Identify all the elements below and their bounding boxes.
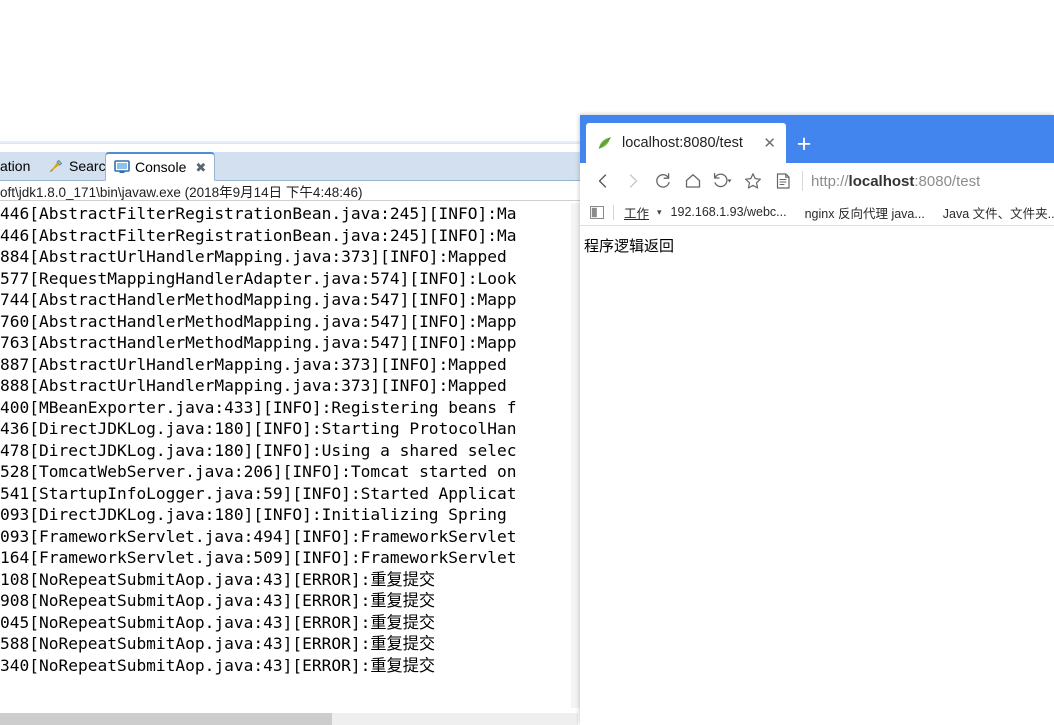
browser-tab-title: localhost:8080/test bbox=[622, 135, 743, 151]
bookmark-item-nginx[interactable]: nginx 反向代理 java... bbox=[796, 203, 934, 222]
log-line: 093[FrameworkServlet.java:494][INFO]:Fra… bbox=[0, 526, 517, 546]
log-line: 478[DirectJDKLog.java:180][INFO]:Using a… bbox=[0, 440, 517, 460]
console-output[interactable]: 446[AbstractFilterRegistrationBean.java:… bbox=[0, 203, 580, 708]
log-line: 541[StartupInfoLogger.java:59][INFO]:Sta… bbox=[0, 483, 517, 503]
log-line: 164[FrameworkServlet.java:509][INFO]:Fra… bbox=[0, 548, 517, 567]
browser-tab[interactable]: localhost:8080/test ✕ bbox=[586, 123, 786, 163]
console-horizontal-scrollbar-thumb[interactable] bbox=[0, 713, 332, 725]
log-line: 108[NoRepeatSubmitAop.java:43][ERROR]:重复… bbox=[0, 569, 436, 589]
log-line: 744[AbstractHandlerMethodMapping.java:54… bbox=[0, 290, 517, 309]
url-path: :8080/test bbox=[914, 172, 981, 190]
url-host: localhost bbox=[848, 172, 915, 190]
log-line: 093[DirectJDKLog.java:180][INFO]:Initial… bbox=[0, 505, 507, 524]
log-line: 588[NoRepeatSubmitAop.java:43][ERROR]:重复… bbox=[0, 634, 436, 653]
bookmark-work-label: 工作 bbox=[624, 206, 650, 221]
tab-ation[interactable]: ation bbox=[0, 152, 38, 180]
navbar-divider bbox=[802, 171, 803, 191]
log-line: 908[NoRepeatSubmitAop.java:43][ERROR]:重复… bbox=[0, 591, 436, 610]
log-line: 577[RequestMappingHandlerAdapter.java:57… bbox=[0, 268, 517, 288]
home-icon[interactable] bbox=[678, 166, 708, 196]
log-line: 045[NoRepeatSubmitAop.java:43][ERROR]:重复… bbox=[0, 612, 436, 632]
eclipse-window: ation Search Console ✖ oft\jdk1.8.0_171\… bbox=[0, 0, 580, 725]
apps-icon[interactable] bbox=[590, 205, 605, 219]
tab-ation-label: ation bbox=[0, 158, 31, 174]
console-vertical-scrollbar[interactable] bbox=[571, 203, 580, 708]
tab-console[interactable]: Console ✖ bbox=[105, 152, 216, 181]
close-icon[interactable]: ✕ bbox=[763, 136, 776, 151]
history-icon[interactable] bbox=[708, 166, 738, 196]
spring-leaf-icon bbox=[596, 135, 613, 152]
close-icon[interactable]: ✖ bbox=[195, 161, 206, 174]
address-bar[interactable]: http://localhost:8080/test bbox=[811, 173, 980, 190]
eclipse-view-tabbar: ation Search Console ✖ bbox=[0, 152, 580, 181]
tab-console-label: Console bbox=[135, 159, 187, 175]
log-line: 760[AbstractHandlerMethodMapping.java:54… bbox=[0, 311, 517, 331]
bookmark-item-webc[interactable]: 192.168.1.93/webc... bbox=[662, 205, 796, 219]
forward-icon bbox=[618, 166, 648, 196]
log-line: 528[TomcatWebServer.java:206][INFO]:Tomc… bbox=[0, 462, 517, 481]
page-body-text: 程序逻辑返回 bbox=[584, 237, 675, 255]
eclipse-divider bbox=[0, 141, 580, 144]
log-line: 884[AbstractUrlHandlerMapping.java:373][… bbox=[0, 247, 507, 266]
log-line: 888[AbstractUrlHandlerMapping.java:373][… bbox=[0, 376, 507, 395]
new-tab-button[interactable]: + bbox=[793, 132, 815, 157]
log-line: 446[AbstractFilterRegistrationBean.java:… bbox=[0, 225, 517, 245]
back-icon[interactable] bbox=[588, 166, 618, 196]
console-process-header: oft\jdk1.8.0_171\bin\javaw.exe (2018年9月1… bbox=[0, 181, 580, 201]
eclipse-editor-blank-area bbox=[0, 0, 580, 141]
page-content: 程序逻辑返回 bbox=[580, 226, 1054, 725]
browser-navbar: http://localhost:8080/test bbox=[580, 163, 1054, 199]
url-scheme: http:// bbox=[811, 172, 849, 190]
refresh-icon[interactable] bbox=[648, 166, 678, 196]
search-icon bbox=[48, 158, 64, 174]
browser-window: localhost:8080/test ✕ + http://localhost… bbox=[580, 115, 1054, 725]
browser-titlebar: localhost:8080/test ✕ + bbox=[580, 115, 1054, 163]
log-line: 340[NoRepeatSubmitAop.java:43][ERROR]:重复… bbox=[0, 655, 436, 675]
log-line: 763[AbstractHandlerMethodMapping.java:54… bbox=[0, 333, 517, 352]
star-icon[interactable] bbox=[738, 166, 768, 196]
log-line: 887[AbstractUrlHandlerMapping.java:373][… bbox=[0, 354, 507, 374]
reading-list-icon[interactable] bbox=[768, 166, 798, 196]
log-line: 446[AbstractFilterRegistrationBean.java:… bbox=[0, 204, 517, 223]
log-line: 400[MBeanExporter.java:433][INFO]:Regist… bbox=[0, 397, 517, 417]
bookmarks-bar: 工作 ▾ 192.168.1.93/webc... nginx 反向代理 jav… bbox=[580, 199, 1054, 226]
bookmark-item-work[interactable]: 工作 bbox=[622, 203, 653, 222]
bookmark-item-java[interactable]: Java 文件、文件夹... bbox=[934, 203, 1054, 222]
bookmark-divider bbox=[613, 204, 614, 220]
console-icon bbox=[114, 160, 130, 174]
log-line: 436[DirectJDKLog.java:180][INFO]:Startin… bbox=[0, 419, 517, 438]
